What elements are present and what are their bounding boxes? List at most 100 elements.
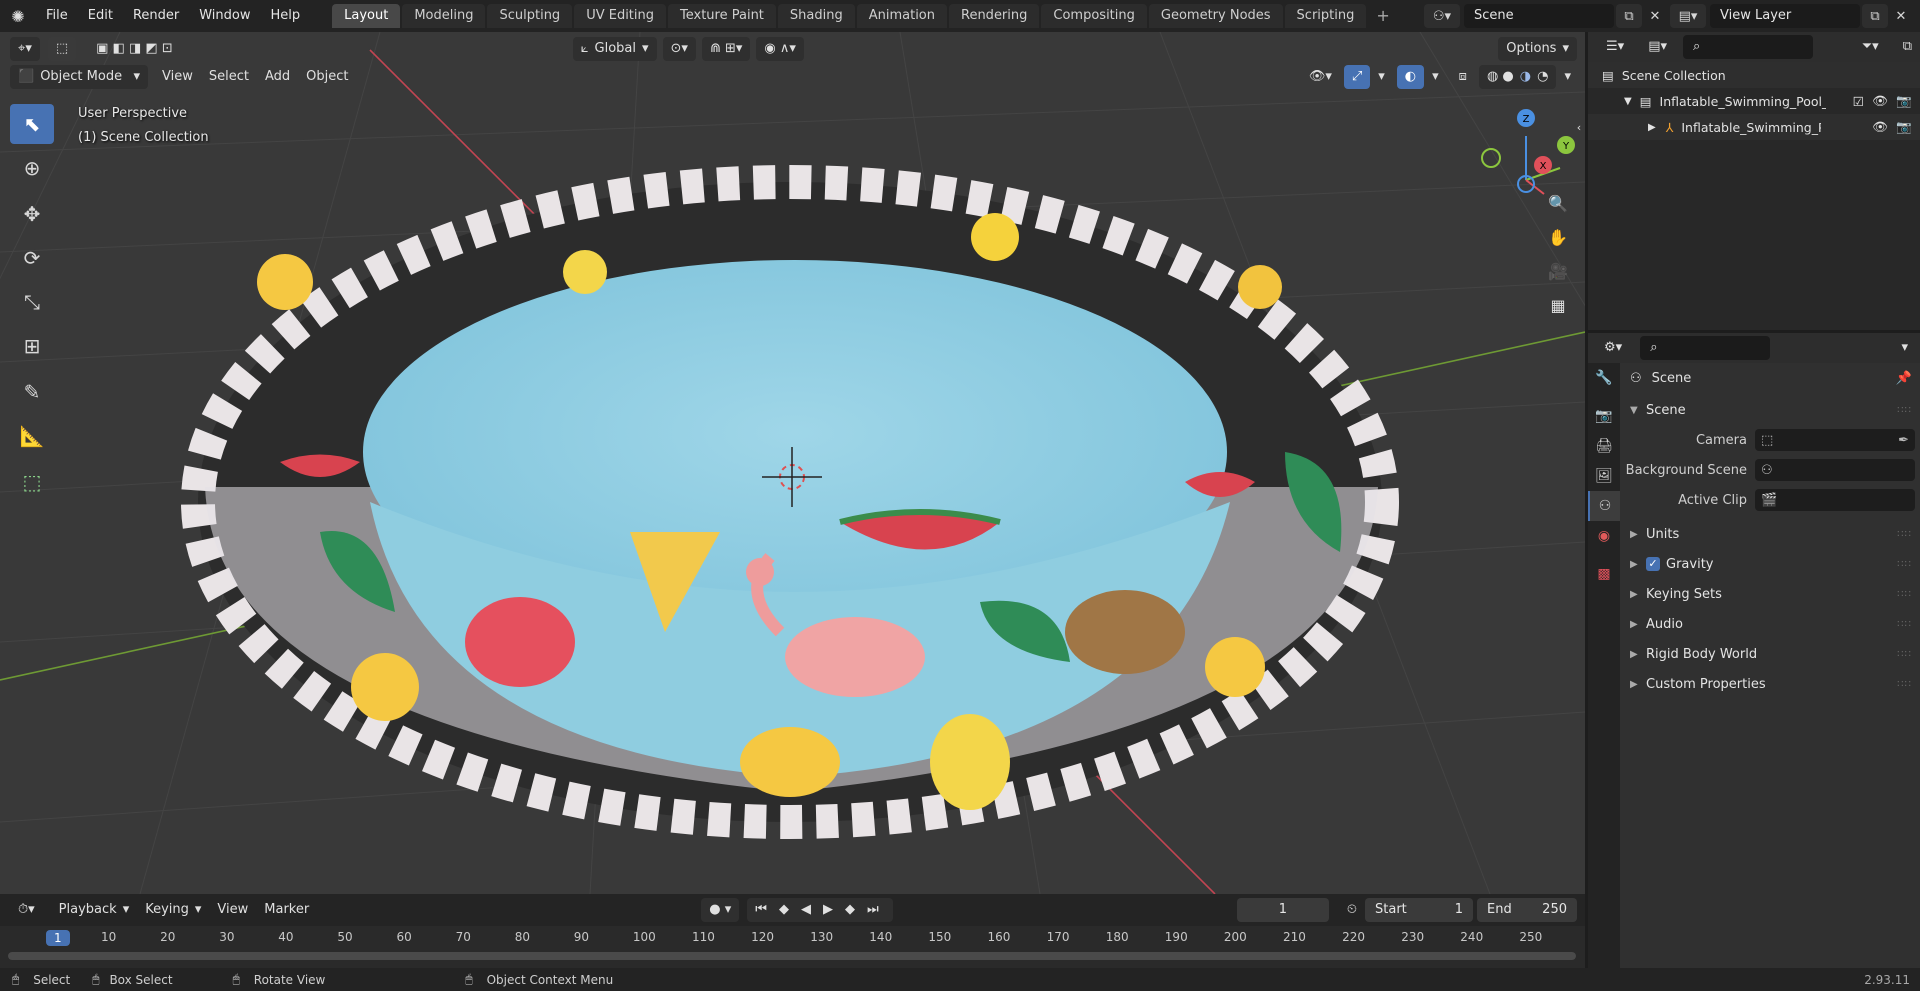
add-cube-tool-icon[interactable]: ⬚ <box>10 462 54 502</box>
outliner-editor-type-icon[interactable]: ☰▾ <box>1598 35 1632 59</box>
play-reverse-icon[interactable]: ◀ <box>801 898 817 922</box>
tab-sculpting[interactable]: Sculpting <box>487 4 573 28</box>
gravity-checkbox[interactable]: ✓ <box>1646 557 1660 571</box>
outliner-scene-collection[interactable]: ▤ Scene Collection <box>1588 62 1920 88</box>
world-tab-icon[interactable]: ◉ <box>1588 521 1620 551</box>
blender-logo-icon[interactable]: ✺ <box>0 0 36 32</box>
preview-range-icon[interactable]: ⏲ <box>1339 898 1365 922</box>
playback-controls[interactable]: ⏮ ◆ ◀ ▶ ◆ ⏭ <box>747 898 893 922</box>
drag-handle-icon[interactable]: ∷∷ <box>1897 529 1912 540</box>
scene-browse-icon[interactable]: ⚇▾ <box>1424 4 1460 28</box>
outliner-item[interactable]: ▶ ⅄ Inflatable_Swimming_Poo 👁 📷 <box>1588 114 1920 140</box>
drag-handle-icon[interactable]: ∷∷ <box>1897 679 1912 690</box>
select-mode-icon[interactable]: ⬚ <box>47 37 77 61</box>
navigation-gizmo[interactable]: Z Y X <box>1481 109 1575 195</box>
annotate-tool-icon[interactable]: ✎ <box>10 372 54 412</box>
tab-texture-paint[interactable]: Texture Paint <box>668 4 776 28</box>
drag-handle-icon[interactable]: ∷∷ <box>1897 649 1912 660</box>
shading-dropdown-icon[interactable]: ▾ <box>1556 65 1579 89</box>
frame-ruler[interactable]: 1 10 20 30 40 50 60 70 80 90 100 110 120 130 140 150 160… <box>0 928 1585 950</box>
measure-tool-icon[interactable]: 📐 <box>10 416 54 456</box>
outliner-item[interactable]: ▼ ▤ Inflatable_Swimming_Pool_Tr ☑ 👁 📷 <box>1588 88 1920 114</box>
drag-handle-icon[interactable]: ∷∷ <box>1897 619 1912 630</box>
properties-options-icon[interactable]: ▾ <box>1893 336 1916 360</box>
timeline-menu-playback[interactable]: Playback ▾ <box>51 898 138 922</box>
add-workspace-icon[interactable]: + <box>1368 4 1397 28</box>
timeline-scrollbar[interactable] <box>8 952 1576 960</box>
viewport-menu-view[interactable]: View <box>154 65 201 89</box>
tab-geometry-nodes[interactable]: Geometry Nodes <box>1148 4 1283 28</box>
editor-type-icon[interactable]: ⌖▾ <box>10 37 40 61</box>
drag-handle-icon[interactable]: ∷∷ <box>1897 559 1912 570</box>
properties-search-input[interactable]: ⌕ <box>1640 336 1771 360</box>
drag-handle-icon[interactable]: ∷∷ <box>1897 589 1912 600</box>
pan-hand-icon[interactable]: ✋ <box>1543 222 1573 252</box>
delete-scene-icon[interactable]: ✕ <box>1642 4 1668 28</box>
viewport-menu-add[interactable]: Add <box>257 65 298 89</box>
end-frame-field[interactable]: End 250 <box>1477 898 1577 922</box>
camera-render-icon[interactable]: 📷 <box>1896 119 1912 135</box>
custom-properties-panel-header[interactable]: ▶ Custom Properties ∷∷ <box>1620 669 1920 699</box>
view-layer-tab-icon[interactable]: 🖼 <box>1588 461 1620 491</box>
timeline-menu-view[interactable]: View <box>209 898 256 922</box>
gizmo-dropdown-icon[interactable]: ▾ <box>1370 65 1393 89</box>
tab-modeling[interactable]: Modeling <box>402 4 486 28</box>
object-mode-select[interactable]: ⬛ Object Mode ▾ <box>10 65 148 89</box>
audio-panel-header[interactable]: ▶ Audio ∷∷ <box>1620 609 1920 639</box>
visibility-icon[interactable]: 👁▾ <box>1301 65 1340 89</box>
gravity-panel-header[interactable]: ▶ ✓ Gravity ∷∷ <box>1620 549 1920 579</box>
tab-uv-editing[interactable]: UV Editing <box>574 4 667 28</box>
view-layer-browse-icon[interactable]: ▤▾ <box>1670 4 1706 28</box>
jump-start-icon[interactable]: ⏮ <box>755 898 773 922</box>
keying-sets-panel-header[interactable]: ▶ Keying Sets ∷∷ <box>1620 579 1920 609</box>
view-layer-name-field[interactable]: View Layer <box>1710 4 1860 28</box>
tab-layout[interactable]: Layout <box>332 4 401 28</box>
play-icon[interactable]: ▶ <box>823 898 839 922</box>
record-keyframes-icon[interactable]: ● ▾ <box>701 898 740 922</box>
xray-toggle-icon[interactable]: ⧈ <box>1451 65 1475 89</box>
scene-panel-header[interactable]: ▼ Scene ∷∷ <box>1620 395 1920 425</box>
tool-tab-icon[interactable]: 🔧 <box>1588 363 1620 393</box>
proportional-edit-icon[interactable]: ◉ ∧▾ <box>756 37 804 61</box>
scene-tab-icon[interactable]: ⚇ <box>1588 491 1620 521</box>
active-clip-field[interactable]: 🎬 <box>1755 489 1915 511</box>
outliner-search-input[interactable]: ⌕ <box>1683 35 1813 59</box>
properties-editor-type-icon[interactable]: ⚙▾ <box>1596 336 1630 360</box>
overlay-toggle-icon[interactable]: ◐ <box>1396 65 1425 89</box>
current-frame-marker[interactable]: 1 <box>46 930 70 946</box>
menu-window[interactable]: Window <box>189 0 260 32</box>
cursor-tool-icon[interactable]: ⊕ <box>10 148 54 188</box>
background-scene-field[interactable]: ⚇ <box>1755 459 1915 481</box>
shading-modes-icon[interactable]: ◍ ● ◑ ◔ <box>1478 65 1557 89</box>
rigid-body-world-panel-header[interactable]: ▶ Rigid Body World ∷∷ <box>1620 639 1920 669</box>
eye-icon[interactable]: 👁 <box>1872 93 1888 109</box>
scale-tool-icon[interactable]: ⤡ <box>10 282 54 322</box>
zoom-icon[interactable]: 🔍 <box>1543 188 1573 218</box>
tab-compositing[interactable]: Compositing <box>1041 4 1147 28</box>
checkbox-icon[interactable]: ☑ <box>1853 94 1864 109</box>
tab-animation[interactable]: Animation <box>856 4 947 28</box>
eyedropper-icon[interactable]: ✒ <box>1898 433 1909 448</box>
tab-rendering[interactable]: Rendering <box>949 4 1040 28</box>
new-collection-icon[interactable]: ⧉ <box>1895 35 1920 59</box>
tab-shading[interactable]: Shading <box>777 4 855 28</box>
new-scene-icon[interactable]: ⧉ <box>1616 4 1642 28</box>
menu-help[interactable]: Help <box>261 0 311 32</box>
jump-end-icon[interactable]: ⏭ <box>867 898 885 922</box>
gizmo-toggle-icon[interactable]: ⤢ <box>1343 65 1371 89</box>
select-box-tool-icon[interactable]: ⬉ <box>10 104 54 144</box>
render-tab-icon[interactable]: 📷 <box>1588 401 1620 431</box>
rotate-tool-icon[interactable]: ⟳ <box>10 238 54 278</box>
viewport-menu-select[interactable]: Select <box>201 65 257 89</box>
camera-render-icon[interactable]: 📷 <box>1896 93 1912 109</box>
overlay-dropdown-icon[interactable]: ▾ <box>1424 65 1447 89</box>
texture-tab-icon[interactable]: ▩ <box>1588 559 1620 589</box>
snap-icon[interactable]: ⋒ ⊞▾ <box>701 37 751 61</box>
viewport-menu-object[interactable]: Object <box>298 65 356 89</box>
camera-view-icon[interactable]: 🎥 <box>1543 256 1573 286</box>
pin-icon[interactable]: 📌 <box>1896 371 1912 386</box>
new-view-layer-icon[interactable]: ⧉ <box>1862 4 1888 28</box>
move-tool-icon[interactable]: ✥ <box>10 194 54 234</box>
menu-edit[interactable]: Edit <box>78 0 123 32</box>
next-keyframe-icon[interactable]: ◆ <box>845 898 861 922</box>
